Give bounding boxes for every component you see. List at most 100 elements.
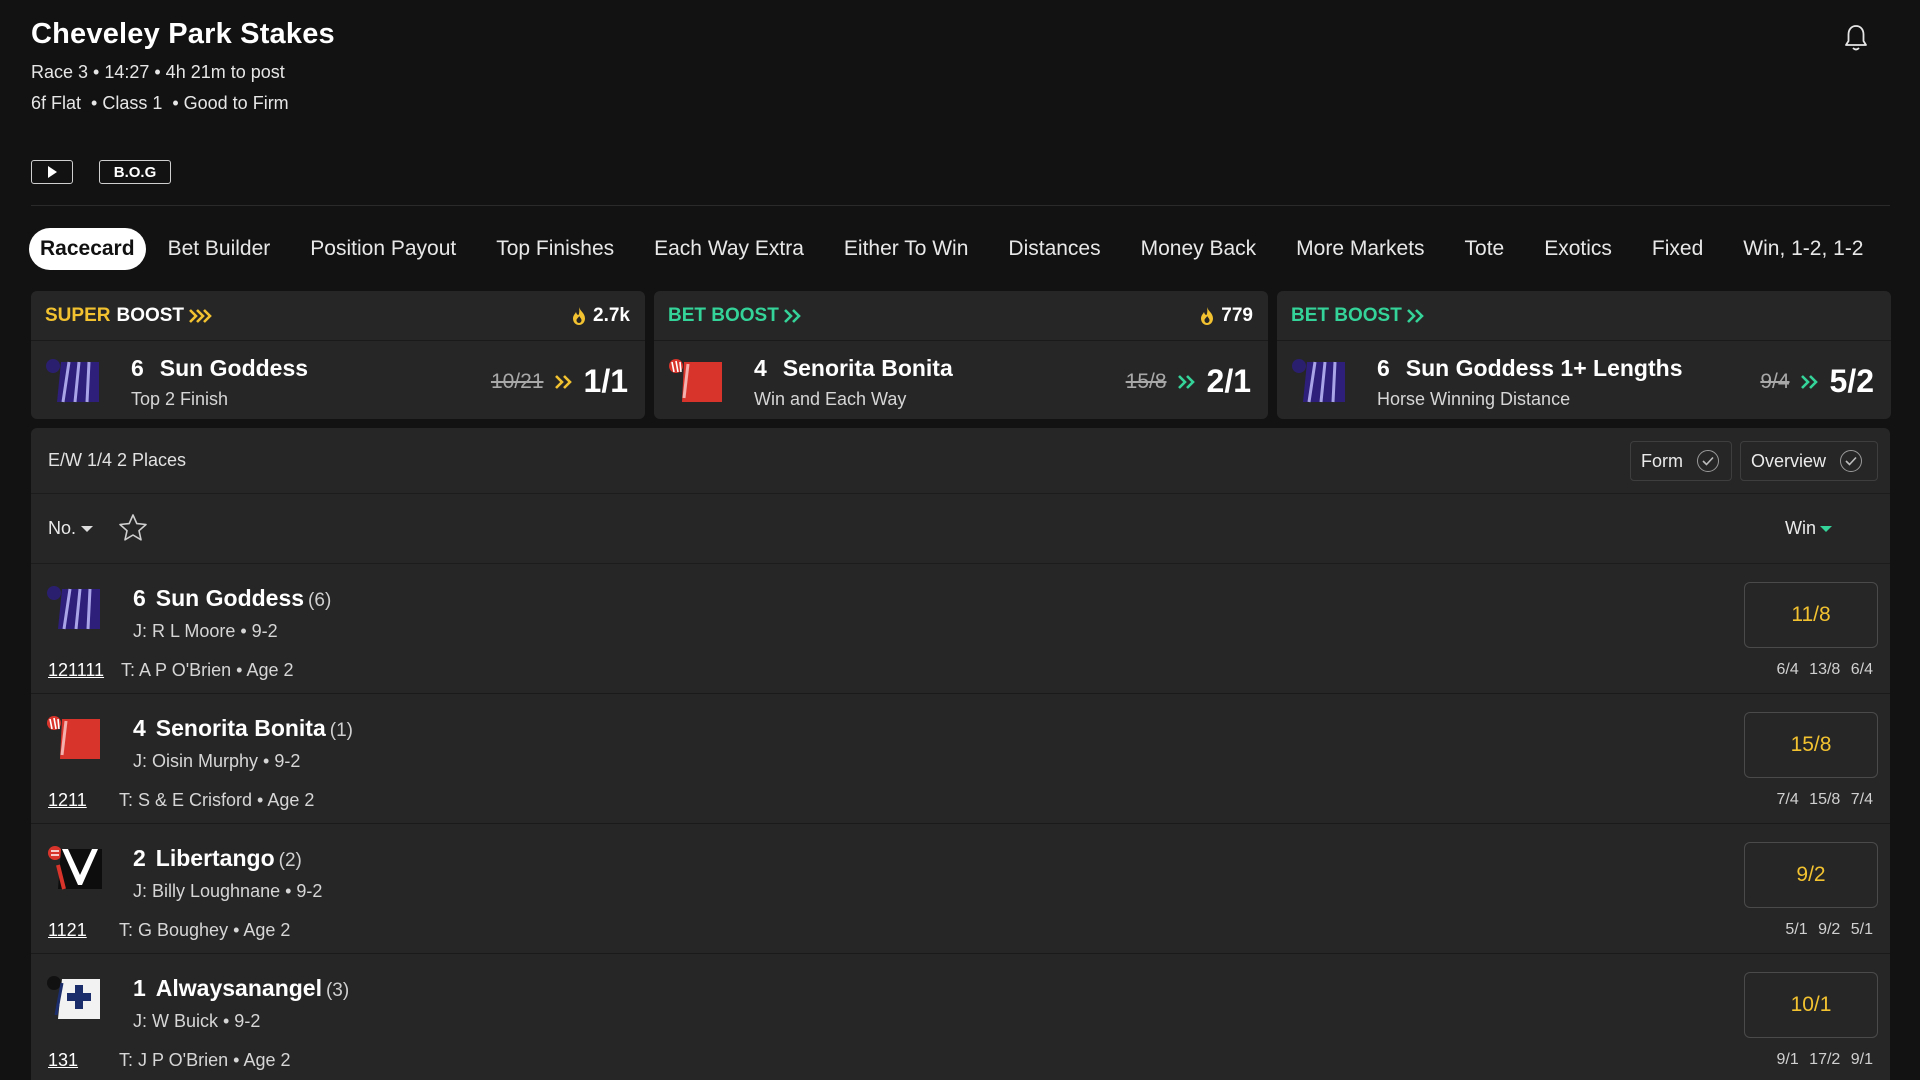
silk-white-navy-cross-icon: [47, 976, 100, 1019]
odds-button[interactable]: 10/1: [1744, 972, 1878, 1038]
each-way-bar: E/W 1/4 2 Places Form Overview: [31, 428, 1890, 494]
boost-market: Win and Each Way: [754, 389, 907, 409]
runner-number: 1: [133, 975, 146, 1001]
boost-runner-name: Sun Goddess: [159, 355, 309, 381]
runner-trainer: T: A P O'Brien • Age 2: [121, 660, 294, 680]
bet-boost-tag: BET BOOST: [668, 305, 803, 327]
tab-fixed[interactable]: Fixed: [1632, 228, 1723, 270]
tab-tote[interactable]: Tote: [1445, 228, 1525, 270]
tab-more-markets[interactable]: More Markets: [1276, 228, 1444, 270]
boost-odds[interactable]: 15/8 2/1: [1126, 363, 1251, 400]
runner-trainer: T: J P O'Brien • Age 2: [119, 1050, 291, 1070]
tab-either-to-win[interactable]: Either To Win: [824, 228, 989, 270]
tab-top-finishes[interactable]: Top Finishes: [476, 228, 634, 270]
runner-name[interactable]: 1 Alwaysanangel (3): [133, 975, 349, 1002]
caret-down-icon: [81, 525, 94, 532]
odds-button[interactable]: 9/2: [1744, 842, 1878, 908]
tab-bet-builder[interactable]: Bet Builder: [148, 228, 291, 270]
tab-each-way-extra[interactable]: Each Way Extra: [634, 228, 824, 270]
each-way-terms: E/W 1/4 2 Places: [48, 450, 187, 470]
double-chevron-icon: [1800, 374, 1818, 389]
runner-form[interactable]: 131: [48, 1050, 78, 1071]
boost-runner-number: 6: [1377, 355, 1390, 381]
boost-market: Horse Winning Distance: [1377, 389, 1571, 409]
runner-trainer: T: S & E Crisford • Age 2: [119, 790, 315, 810]
odds-history: 9/1 17/2 9/1: [1776, 1051, 1873, 1068]
silk-red-icon: [669, 359, 722, 402]
runner-draw: (2): [278, 850, 302, 871]
runner-name[interactable]: 4 Senorita Bonita (1): [133, 715, 353, 742]
live-stream-button[interactable]: [31, 160, 73, 184]
boost-runner-number: 4: [754, 355, 767, 381]
runner-horse: Senorita Bonita: [155, 715, 326, 741]
runner-name[interactable]: 2 Libertango (2): [133, 845, 302, 872]
runner-draw: (3): [325, 980, 350, 1001]
runner-trainer: T: G Boughey • Age 2: [119, 920, 291, 940]
boost-count-value: 779: [1221, 304, 1253, 326]
runner-horse: Libertango: [155, 845, 275, 871]
star-icon[interactable]: [117, 512, 149, 544]
runner-name[interactable]: 6 Sun Goddess (6): [133, 585, 331, 612]
runner-jockey: J: R L Moore • 9-2: [133, 621, 278, 641]
silk-purple-stripes-icon: [46, 359, 99, 403]
win-sort[interactable]: Win: [1785, 518, 1832, 539]
sort-by-number[interactable]: No.: [48, 518, 94, 539]
double-chevron-icon: [189, 308, 212, 323]
header-divider: [31, 205, 1890, 206]
new-odds: 2/1: [1206, 363, 1251, 399]
runner-number: 2: [133, 845, 146, 871]
boost-odds[interactable]: 10/21 1/1: [491, 363, 628, 400]
runner-form[interactable]: 1121: [48, 920, 87, 941]
overview-toggle-label: Overview: [1751, 450, 1827, 471]
tab-exotics[interactable]: Exotics: [1524, 228, 1632, 270]
sort-label: No.: [48, 518, 77, 538]
bell-icon[interactable]: [1840, 22, 1872, 54]
double-chevron-icon: [783, 308, 801, 323]
odds-history: 6/4 13/8 6/4: [1776, 661, 1873, 678]
new-odds: 1/1: [583, 363, 628, 399]
boost-selection: 6 Sun Goddess: [131, 355, 308, 382]
boost-popularity: 779: [1199, 305, 1253, 327]
odds-history: 5/1 9/2 5/1: [1785, 921, 1873, 938]
boost-market: Top 2 Finish: [131, 389, 229, 409]
flame-icon: [1201, 306, 1214, 325]
runner-form[interactable]: 121111: [48, 660, 104, 681]
race-time-info: Race 3 • 14:27 • 4h 21m to post: [31, 62, 285, 82]
odds-button[interactable]: 11/8: [1744, 582, 1878, 648]
caret-down-icon: [1820, 525, 1832, 532]
tab-win-123[interactable]: Win, 1-2, 1-2: [1723, 228, 1883, 270]
runner-horse: Alwaysanangel: [155, 975, 322, 1001]
race-badges: B.O.G: [31, 160, 171, 184]
boost-odds[interactable]: 9/4 5/2: [1760, 363, 1874, 400]
odds-button[interactable]: 15/8: [1744, 712, 1878, 778]
old-odds: 15/8: [1125, 369, 1167, 393]
new-odds: 5/2: [1829, 363, 1874, 399]
bog-badge[interactable]: B.O.G: [99, 160, 171, 184]
runner-row: 6 Sun Goddess (6) J: R L Moore • 9-2 12111…: [31, 564, 1890, 694]
runner-draw: (6): [308, 590, 332, 611]
tab-position-payout[interactable]: Position Payout: [290, 228, 476, 270]
market-tabs: Racecard Bet Builder Position Payout Top…: [29, 228, 1884, 270]
bet-boost-tag: BET BOOST: [1291, 305, 1426, 327]
tab-racecard[interactable]: Racecard: [29, 228, 146, 270]
double-chevron-icon: [1177, 374, 1195, 389]
runner-row: 2 Libertango (2) J: Billy Loughnane • 9-2 …: [31, 824, 1890, 954]
runner-number: 4: [133, 715, 146, 741]
boost-card[interactable]: SUPER BOOST 2.7k 6 Sun Goddess Top 2 Fini…: [31, 291, 645, 419]
boost-selection: 4 Senorita Bonita: [754, 355, 953, 382]
old-odds: 9/4: [1760, 369, 1790, 393]
race-title: Cheveley Park Stakes: [31, 18, 335, 50]
super-label: SUPER: [45, 304, 111, 326]
tab-money-back[interactable]: Money Back: [1121, 228, 1277, 270]
runner-form[interactable]: 1211: [48, 790, 87, 811]
tab-distances[interactable]: Distances: [988, 228, 1120, 270]
runner-number: 6: [133, 585, 146, 611]
check-icon: [1697, 450, 1719, 472]
boost-card[interactable]: BET BOOST 6 Sun Goddess 1+ Lengths Horse …: [1277, 291, 1891, 419]
boost-body: 4 Senorita Bonita Win and Each Way 15/8 2…: [654, 341, 1268, 419]
form-toggle[interactable]: Form: [1630, 441, 1732, 481]
overview-toggle[interactable]: Overview: [1740, 441, 1878, 481]
boost-card[interactable]: BET BOOST 779 4 Senorita Bonita Win and E…: [654, 291, 1268, 419]
runner-jockey: J: Billy Loughnane • 9-2: [133, 881, 323, 901]
boost-header: SUPER BOOST 2.7k: [31, 291, 645, 341]
